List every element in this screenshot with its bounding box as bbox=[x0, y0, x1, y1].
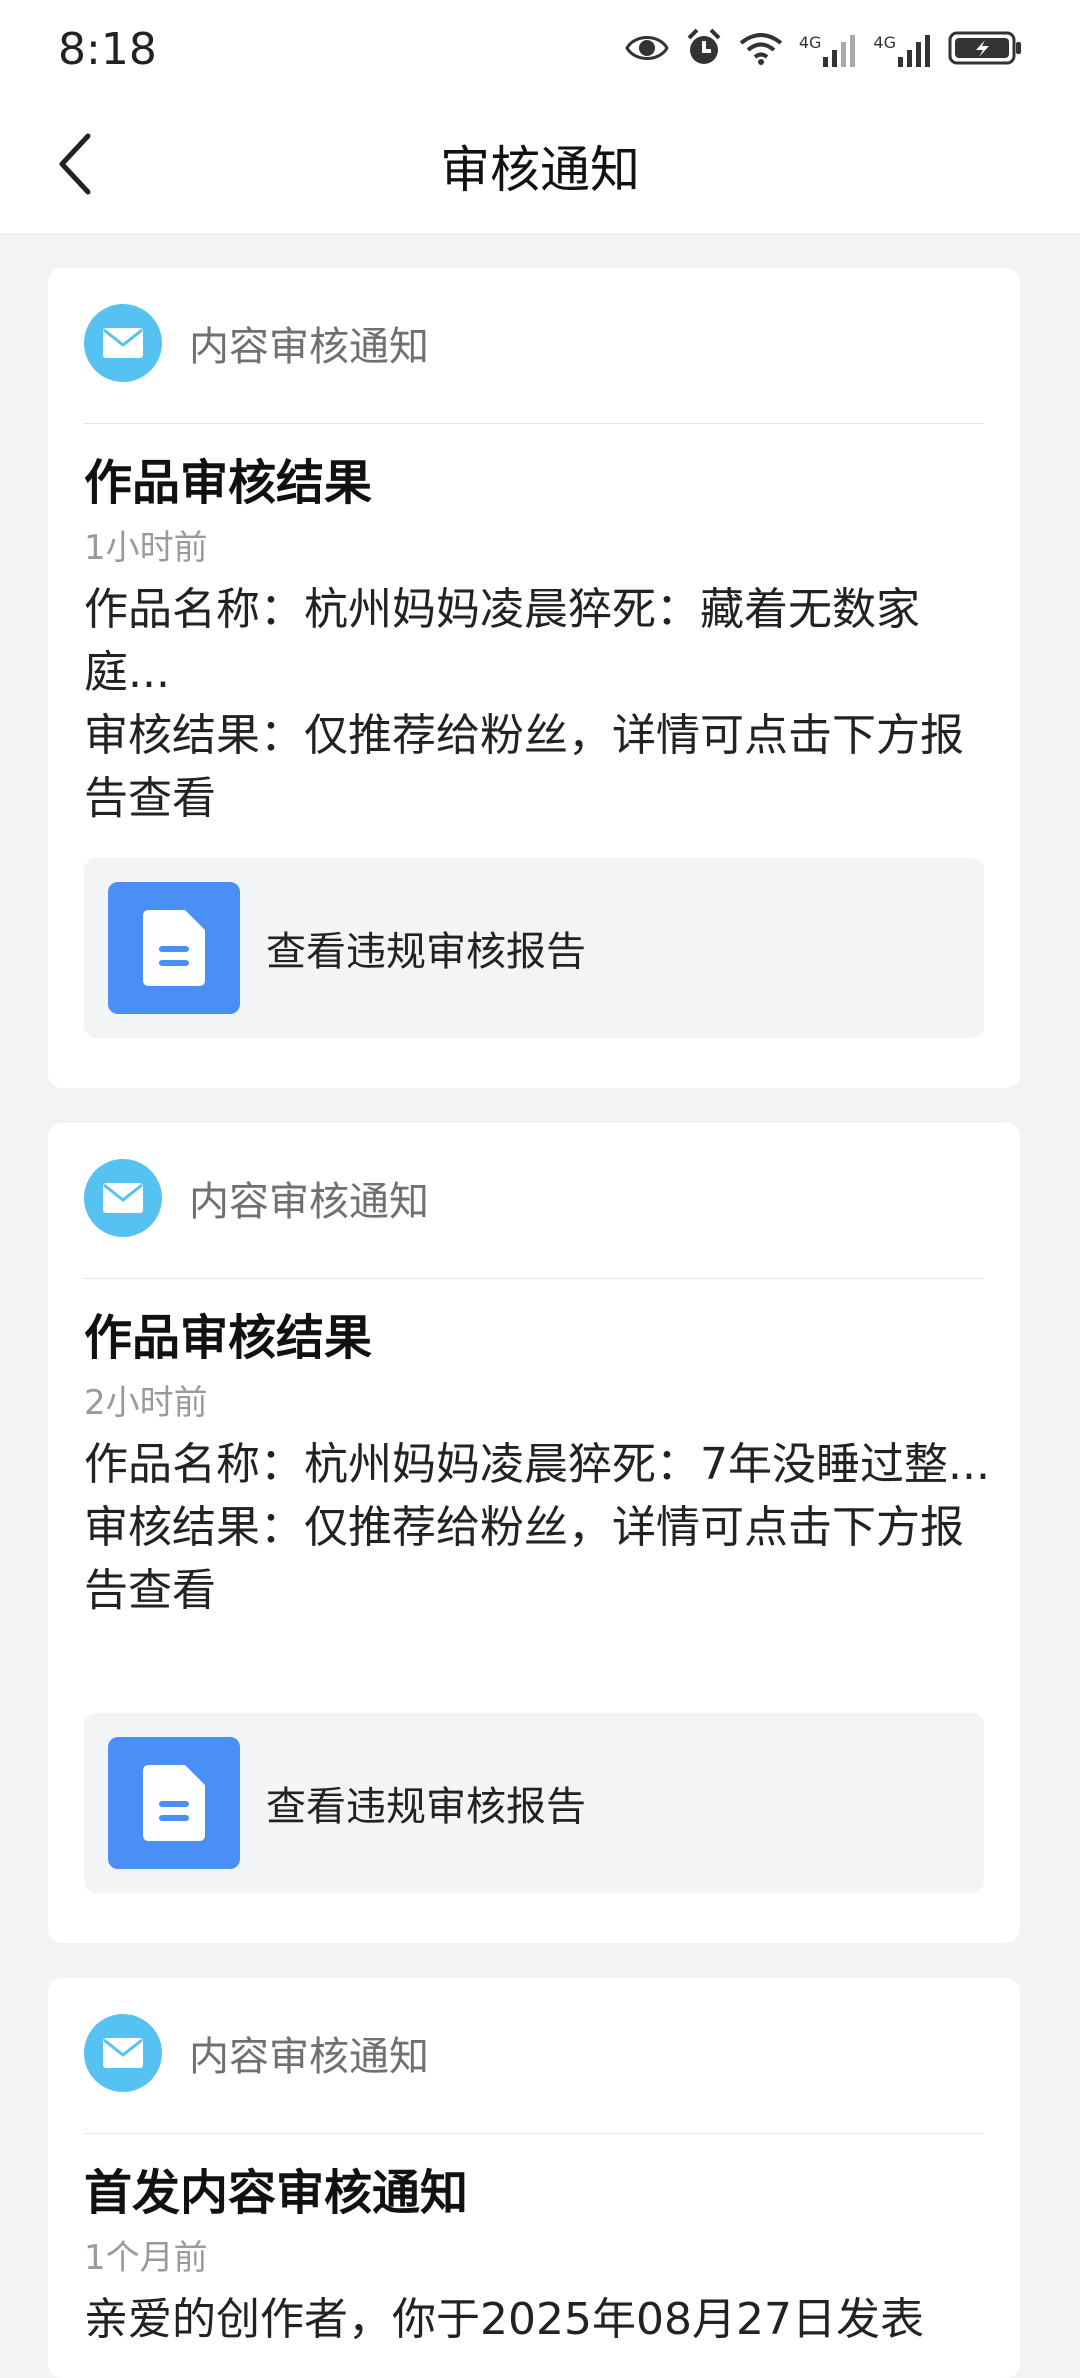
card-source: 内容审核通知 bbox=[189, 2034, 429, 2080]
status-bar: 8:18 4G 4G bbox=[0, 0, 1080, 100]
card-body-text: 亲爱的创作者，你于2025年08月27日发表 bbox=[84, 2294, 924, 2345]
battery-charging-icon bbox=[948, 30, 1022, 70]
review-result: 审核结果：仅推荐给粉丝，详情可点击下方报告查看 bbox=[84, 1502, 964, 1616]
document-icon bbox=[108, 1737, 240, 1869]
work-name: 作品名称：杭州妈妈凌晨猝死：藏着无数家庭... bbox=[84, 584, 920, 698]
signal-4g-icon: 4G bbox=[799, 33, 858, 67]
view-report-button[interactable]: 查看违规审核报告 bbox=[84, 858, 984, 1038]
work-name: 作品名称：杭州妈妈凌晨猝死：7年没睡过整... bbox=[84, 1439, 990, 1490]
status-icons: 4G 4G bbox=[625, 28, 1022, 72]
document-icon bbox=[108, 882, 240, 1014]
card-body: 作品名称：杭州妈妈凌晨猝死：藏着无数家庭... 审核结果：仅推荐给粉丝，详情可点… bbox=[84, 578, 1000, 830]
notification-card[interactable]: 内容审核通知 作品审核结果 1小时前 作品名称：杭州妈妈凌晨猝死：藏着无数家庭.… bbox=[48, 268, 1020, 1088]
card-header: 内容审核通知 bbox=[84, 1159, 984, 1237]
nav-bar: 审核通知 bbox=[0, 100, 1080, 233]
card-body: 亲爱的创作者，你于2025年08月27日发表 bbox=[84, 2288, 1000, 2351]
card-title: 首发内容审核通知 bbox=[84, 2165, 469, 2221]
card-time: 1小时前 bbox=[84, 528, 208, 568]
signal-label: 4G bbox=[798, 33, 822, 52]
review-result: 审核结果：仅推荐给粉丝，详情可点击下方报告查看 bbox=[84, 710, 964, 824]
eye-icon bbox=[625, 30, 669, 70]
notification-card[interactable]: 内容审核通知 首发内容审核通知 1个月前 亲爱的创作者，你于2025年08月27… bbox=[48, 1978, 1020, 2378]
mail-icon bbox=[84, 1159, 162, 1237]
alarm-icon bbox=[685, 28, 723, 72]
mail-icon bbox=[84, 2014, 162, 2092]
card-time: 1个月前 bbox=[84, 2238, 208, 2278]
notification-card[interactable]: 内容审核通知 作品审核结果 2小时前 作品名称：杭州妈妈凌晨猝死：7年没睡过整.… bbox=[48, 1123, 1020, 1943]
card-title: 作品审核结果 bbox=[84, 1310, 373, 1366]
card-body: 作品名称：杭州妈妈凌晨猝死：7年没睡过整... 审核结果：仅推荐给粉丝，详情可点… bbox=[84, 1433, 1000, 1622]
signal-4g-icon: 4G bbox=[873, 33, 932, 67]
card-header: 内容审核通知 bbox=[84, 2014, 984, 2092]
card-header: 内容审核通知 bbox=[84, 304, 984, 382]
card-source: 内容审核通知 bbox=[189, 324, 429, 370]
page-title: 审核通知 bbox=[440, 141, 640, 199]
card-title: 作品审核结果 bbox=[84, 455, 373, 511]
divider bbox=[84, 2133, 984, 2134]
card-time: 2小时前 bbox=[84, 1383, 208, 1423]
divider bbox=[84, 1278, 984, 1279]
report-label: 查看违规审核报告 bbox=[266, 929, 586, 975]
mail-icon bbox=[84, 304, 162, 382]
view-report-button[interactable]: 查看违规审核报告 bbox=[84, 1713, 984, 1893]
report-label: 查看违规审核报告 bbox=[266, 1784, 586, 1830]
card-source: 内容审核通知 bbox=[189, 1179, 429, 1225]
status-time: 8:18 bbox=[58, 24, 157, 75]
divider bbox=[84, 423, 984, 424]
signal-label: 4G bbox=[873, 33, 896, 52]
wifi-icon bbox=[739, 31, 783, 69]
